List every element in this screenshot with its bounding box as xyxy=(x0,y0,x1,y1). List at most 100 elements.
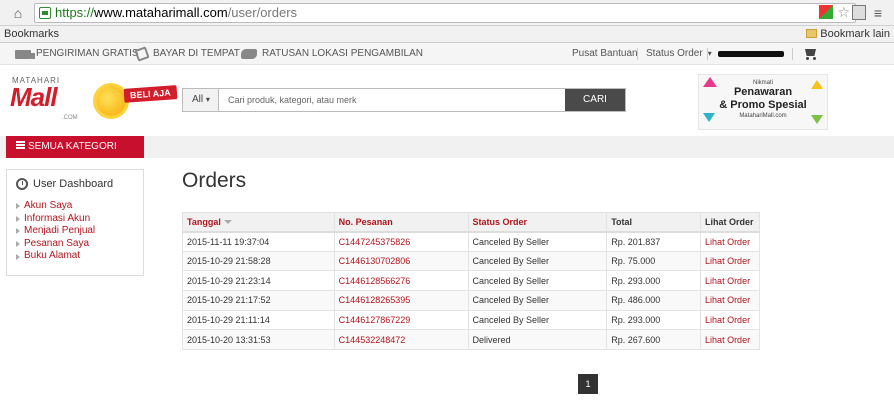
chevron-down-icon: ▾ xyxy=(205,95,210,104)
bookmarks-other[interactable]: Bookmark lain xyxy=(806,26,890,42)
caret-right-icon xyxy=(16,253,20,260)
bookmarks-label[interactable]: Bookmarks xyxy=(4,26,59,42)
column-header-view: Lihat Order xyxy=(700,212,760,233)
logo-main-text: Mall xyxy=(10,82,58,112)
search-button[interactable]: CARI xyxy=(565,89,625,111)
view-order-link[interactable]: Lihat Order xyxy=(700,309,760,331)
order-status: Delivered xyxy=(467,329,608,351)
order-status-dropdown[interactable]: Status Order ▾ xyxy=(646,43,712,65)
column-header-order-no[interactable]: No. Pesanan xyxy=(333,212,469,233)
cod-item[interactable]: BAYAR DI TEMPAT xyxy=(134,43,240,65)
table-row: 2015-10-20 13:31:53 C144532248472 Delive… xyxy=(182,329,760,351)
view-order-link[interactable]: Lihat Order xyxy=(700,290,760,311)
sidebar-item-account-info[interactable]: Informasi Akun xyxy=(16,213,95,226)
url-scheme: https:// xyxy=(55,5,95,20)
folder-icon xyxy=(806,29,818,38)
search-category-select[interactable]: All ▾ xyxy=(183,89,219,111)
cart-icon[interactable] xyxy=(803,47,817,60)
column-header-total[interactable]: Total xyxy=(606,212,702,233)
divider xyxy=(707,48,708,60)
caret-right-icon xyxy=(16,228,20,235)
sort-desc-icon xyxy=(223,219,232,224)
user-dashboard-panel: User Dashboard Akun Saya Informasi Akun … xyxy=(6,169,144,276)
site-header: MATAHARI Mall .COM BELI AJA All ▾ CARI N… xyxy=(0,65,894,136)
calculator-icon[interactable] xyxy=(852,5,866,20)
dashboard-title-label: User Dashboard xyxy=(33,178,114,190)
home-icon[interactable]: ⌂ xyxy=(10,5,26,21)
page-title: Orders xyxy=(182,169,247,192)
caret-right-icon xyxy=(16,215,20,222)
menu-icon[interactable]: ≡ xyxy=(870,5,886,21)
divider xyxy=(792,48,793,60)
table-row: 2015-11-11 19:37:04 C1447245375826 Cance… xyxy=(182,231,760,252)
order-number-link[interactable]: C1446128265395 xyxy=(333,290,469,311)
view-order-link[interactable]: Lihat Order xyxy=(700,231,760,252)
order-date: 2015-10-29 21:58:28 xyxy=(182,250,335,272)
order-status: Canceled By Seller xyxy=(467,270,608,292)
order-date: 2015-10-20 13:31:53 xyxy=(182,329,335,351)
pickup-item[interactable]: RATUSAN LOKASI PENGAMBILAN xyxy=(241,43,423,65)
cod-label: BAYAR DI TEMPAT xyxy=(153,48,240,59)
order-number-link[interactable]: C1446127867229 xyxy=(333,309,469,331)
pickup-label: RATUSAN LOKASI PENGAMBILAN xyxy=(262,48,423,59)
sidebar-item-my-orders[interactable]: Pesanan Saya xyxy=(16,238,95,251)
caret-right-icon xyxy=(16,241,20,248)
pagination-page-1[interactable]: 1 xyxy=(578,374,598,394)
dashboard-title: User Dashboard xyxy=(16,178,113,190)
account-name-redacted[interactable] xyxy=(718,51,784,57)
star-icon[interactable]: ☆ xyxy=(837,5,850,19)
handshake-icon xyxy=(241,49,257,59)
view-order-link[interactable]: Lihat Order xyxy=(700,329,760,351)
order-number-link[interactable]: C1446130702806 xyxy=(333,250,469,272)
all-categories-button[interactable]: SEMUA KATEGORI xyxy=(6,136,144,158)
list-icon xyxy=(16,141,25,149)
sun-mascot-icon xyxy=(96,86,126,116)
order-number-link[interactable]: C1447245375826 xyxy=(333,231,469,252)
top-nav: PENGIRIMAN GRATIS BAYAR DI TEMPAT RATUSA… xyxy=(0,43,894,65)
search-bar: All ▾ CARI xyxy=(182,88,626,112)
truck-icon xyxy=(15,49,35,59)
table-header-row: Tanggal No. Pesanan Status Order Total L… xyxy=(182,212,760,233)
order-total: Rp. 201.837 xyxy=(606,231,702,252)
category-strip: SEMUA KATEGORI xyxy=(0,136,894,158)
bookmarks-other-label: Bookmark lain xyxy=(820,28,890,40)
order-date: 2015-10-29 21:23:14 xyxy=(182,270,335,292)
order-number-link[interactable]: C144532248472 xyxy=(333,329,469,351)
view-order-link[interactable]: Lihat Order xyxy=(700,250,760,272)
help-link[interactable]: Pusat Bantuan xyxy=(572,43,638,65)
sidebar-item-address-book[interactable]: Buku Alamat xyxy=(16,250,95,263)
table-row: 2015-10-29 21:58:28 C1446130702806 Cance… xyxy=(182,250,760,272)
search-input[interactable] xyxy=(219,89,565,111)
order-total: Rp. 293.000 xyxy=(606,270,702,292)
column-header-date[interactable]: Tanggal xyxy=(182,212,335,233)
browser-address-bar: ⌂ https://www.mataharimall.com/user/orde… xyxy=(0,0,894,26)
chevron-down-icon: ▾ xyxy=(707,49,712,58)
site-logo[interactable]: MATAHARI Mall .COM BELI AJA xyxy=(10,76,180,122)
view-order-link[interactable]: Lihat Order xyxy=(700,270,760,292)
free-shipping-item[interactable]: PENGIRIMAN GRATIS xyxy=(15,43,139,65)
table-row: 2015-10-29 21:17:52 C1446128265395 Cance… xyxy=(182,290,760,311)
sidebar-item-become-seller[interactable]: Menjadi Penjual xyxy=(16,225,95,238)
logo-com-text: .COM xyxy=(62,115,78,121)
extension-icon[interactable] xyxy=(819,5,834,19)
url-path: /user/orders xyxy=(227,5,298,20)
promo-line1: Penawaran xyxy=(733,86,793,98)
column-header-status[interactable]: Status Order xyxy=(467,212,608,233)
order-date: 2015-11-11 19:37:04 xyxy=(182,231,335,252)
lock-icon xyxy=(39,7,51,19)
order-status: Canceled By Seller xyxy=(467,309,608,331)
promo-banner[interactable]: Nikmati Penawaran & Promo Spesial Mataha… xyxy=(698,74,828,130)
dashboard-menu: Akun Saya Informasi Akun Menjadi Penjual… xyxy=(16,200,95,263)
order-number-link[interactable]: C1446128566276 xyxy=(333,270,469,292)
free-shipping-label: PENGIRIMAN GRATIS xyxy=(36,48,139,59)
order-status: Canceled By Seller xyxy=(467,250,608,272)
logo-badge: BELI AJA xyxy=(123,85,178,103)
table-row: 2015-10-29 21:23:14 C1446128566276 Cance… xyxy=(182,270,760,292)
order-status: Canceled By Seller xyxy=(467,290,608,311)
bag-icon xyxy=(134,46,150,62)
promo-line2: & Promo Spesial xyxy=(719,99,807,111)
sidebar-item-account[interactable]: Akun Saya xyxy=(16,200,95,213)
order-date: 2015-10-29 21:11:14 xyxy=(182,309,335,331)
url-field[interactable]: https://www.mataharimall.com/user/orders xyxy=(34,3,856,23)
dashboard-icon xyxy=(16,178,28,190)
